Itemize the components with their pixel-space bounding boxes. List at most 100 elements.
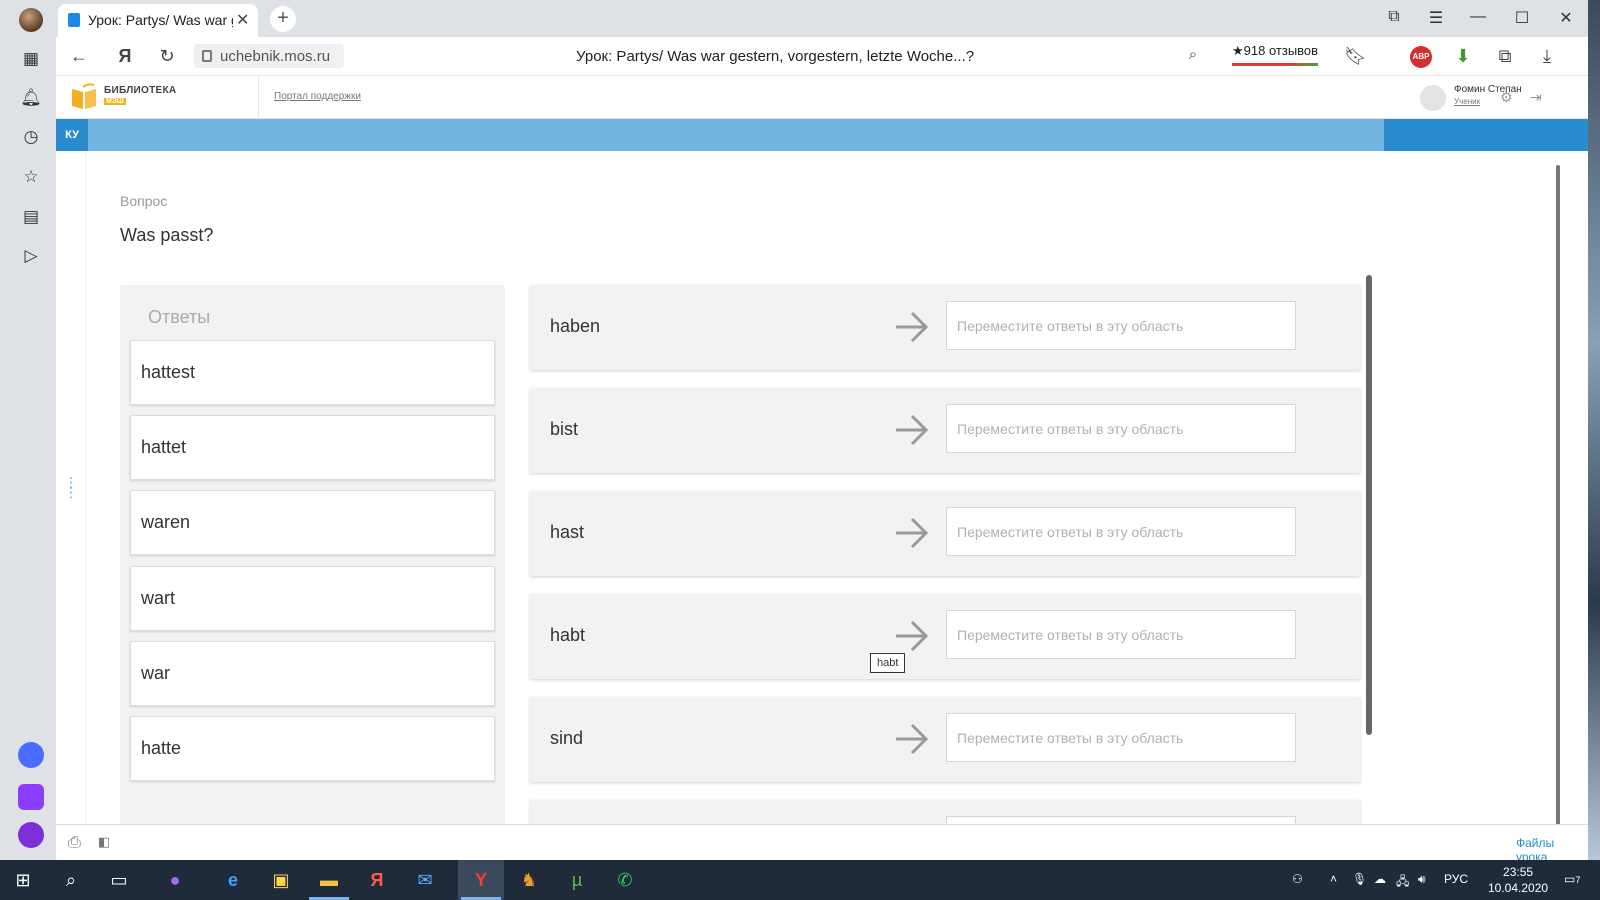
- answer-card[interactable]: waren: [130, 490, 495, 555]
- task-view-icon[interactable]: ▭: [106, 868, 132, 892]
- mail-icon[interactable]: ✉: [412, 868, 438, 892]
- reload-icon[interactable]: ↻: [156, 46, 178, 67]
- tab-title: Урок: Partys/ Was war g: [88, 12, 233, 28]
- logout-icon[interactable]: ⇥: [1530, 89, 1542, 106]
- page-title: Урок: Partys/ Was war gestern, vorgester…: [576, 48, 975, 65]
- notification-count: 7: [1575, 875, 1581, 885]
- drop-zone[interactable]: [946, 816, 1296, 824]
- arrow-right-icon: [896, 311, 929, 343]
- star-icon[interactable]: ☆: [20, 166, 42, 188]
- bookmarks-panel-icon[interactable]: ⧉: [1382, 8, 1406, 26]
- cloud-icon[interactable]: ☁: [1374, 872, 1386, 886]
- minimize-button[interactable]: —: [1466, 8, 1490, 26]
- menu-icon[interactable]: ☰: [1424, 8, 1448, 28]
- user-avatar[interactable]: [1420, 85, 1446, 111]
- gear-icon[interactable]: ⚙: [1500, 89, 1513, 106]
- match-word: habt: [550, 625, 586, 645]
- system-clock[interactable]: 23:55 10.04.2020: [1488, 864, 1548, 896]
- lock-icon: [202, 50, 212, 62]
- bookmark-icon[interactable]: 🔖︎: [1344, 46, 1367, 67]
- search-icon[interactable]: ⌕: [58, 868, 84, 892]
- store-icon[interactable]: ▣: [268, 868, 294, 892]
- chevron-up-icon[interactable]: ˄: [1330, 872, 1337, 886]
- page-scrollbar[interactable]: [1556, 165, 1560, 824]
- history-clock-icon[interactable]: ◷: [20, 126, 42, 148]
- game-icon[interactable]: ♞: [516, 868, 542, 892]
- edge-browser-icon[interactable]: e: [220, 868, 246, 892]
- answers-scrollbar[interactable]: [1366, 275, 1372, 735]
- play-icon[interactable]: ▷: [20, 245, 42, 267]
- answer-card[interactable]: war: [130, 641, 495, 706]
- collections-icon[interactable]: ▤: [20, 206, 42, 228]
- question-label: Вопрос: [120, 193, 168, 209]
- url-field[interactable]: uchebnik.mos.ru: [194, 44, 344, 68]
- network-icon[interactable]: 🖧︎: [1396, 872, 1409, 893]
- apps-grid-icon[interactable]: ▦: [20, 48, 42, 70]
- user-role[interactable]: Ученик: [1454, 97, 1480, 106]
- drop-zone[interactable]: Переместите ответы в эту область: [946, 404, 1296, 453]
- drop-placeholder: Переместите ответы в эту область: [957, 627, 1184, 643]
- match-row: [530, 800, 1360, 824]
- download-arrow-extension-icon[interactable]: ⬇: [1452, 46, 1474, 67]
- language-indicator[interactable]: РУС: [1444, 872, 1468, 886]
- clock-date: 10.04.2020: [1488, 881, 1549, 895]
- drop-placeholder: Переместите ответы в эту область: [957, 318, 1184, 334]
- downloads-icon[interactable]: ⤓: [1536, 46, 1558, 67]
- header-divider: [258, 77, 259, 119]
- assistant-icon[interactable]: ●: [162, 868, 188, 892]
- messenger-app-icon[interactable]: [18, 784, 44, 810]
- match-row: sind Переместите ответы в эту область: [530, 697, 1360, 782]
- answer-card[interactable]: hatte: [130, 716, 495, 781]
- match-row: bist Переместите ответы в эту область: [530, 388, 1360, 473]
- whatsapp-icon[interactable]: ✆: [612, 868, 638, 892]
- panel-toggle-icon[interactable]: ◧: [98, 834, 110, 850]
- question-text: Was passt?: [120, 225, 214, 245]
- desktop-background: [1588, 0, 1600, 860]
- match-word: sind: [550, 728, 584, 748]
- close-window-button[interactable]: ✕: [1554, 8, 1578, 28]
- microphone-icon[interactable]: 🎙︎: [1352, 872, 1367, 886]
- band-label[interactable]: КУ: [56, 119, 88, 151]
- drop-zone[interactable]: Переместите ответы в эту область: [946, 301, 1296, 350]
- match-row: hast Переместите ответы в эту область: [530, 491, 1360, 576]
- file-explorer-icon[interactable]: ▬: [316, 868, 342, 892]
- drop-placeholder: Переместите ответы в эту область: [957, 730, 1184, 746]
- search-icon[interactable]: ⌕: [1182, 46, 1204, 63]
- reviews-badge[interactable]: ★918 отзывов: [1232, 43, 1319, 66]
- clock-time: 23:55: [1503, 865, 1534, 879]
- notifications-icon[interactable]: ▭7: [1564, 872, 1580, 886]
- profile-avatar[interactable]: [19, 8, 43, 32]
- drop-zone[interactable]: Переместите ответы в эту область: [946, 610, 1296, 659]
- support-portal-link[interactable]: Портал поддержки: [274, 91, 361, 102]
- voice-assistant-icon[interactable]: [18, 822, 44, 848]
- active-tab[interactable]: Урок: Partys/ Was war g ✕: [58, 4, 258, 37]
- close-icon[interactable]: ✕: [236, 10, 249, 30]
- alice-app-icon[interactable]: [18, 742, 44, 768]
- extensions-icon[interactable]: ⧉: [1494, 46, 1516, 67]
- windows-start-icon[interactable]: ⊞: [10, 868, 36, 892]
- adblock-icon[interactable]: ABP: [1410, 46, 1432, 68]
- back-arrow-icon[interactable]: ←: [68, 46, 90, 67]
- volume-icon[interactable]: 🔊︎: [1418, 872, 1426, 887]
- new-tab-button[interactable]: +: [270, 6, 296, 32]
- torrent-icon[interactable]: µ: [564, 868, 590, 892]
- yandex-browser-icon[interactable]: Y: [468, 868, 494, 892]
- maximize-button[interactable]: ☐: [1510, 8, 1534, 28]
- drop-zone[interactable]: Переместите ответы в эту область: [946, 713, 1296, 762]
- drop-zone[interactable]: Переместите ответы в эту область: [946, 507, 1296, 556]
- printer-icon[interactable]: ⎙: [68, 834, 81, 852]
- logo-subtext: МЭШ: [104, 98, 126, 105]
- lesson-content: ⋮ ⋮ Вопрос Was passt? Ответы hattest hatt…: [56, 151, 1588, 824]
- yandex-logo-icon[interactable]: Я: [114, 46, 136, 67]
- people-icon[interactable]: ⚇: [1292, 872, 1303, 886]
- yandex-app-icon[interactable]: Я: [364, 868, 390, 892]
- answer-card[interactable]: hattest: [130, 340, 495, 405]
- answer-text: waren: [141, 512, 191, 532]
- drag-handle-icon[interactable]: ⋮ ⋮: [64, 475, 78, 499]
- answer-card[interactable]: wart: [130, 566, 495, 631]
- bell-icon[interactable]: 🔔︎: [20, 87, 42, 109]
- answer-card[interactable]: hattet: [130, 415, 495, 480]
- library-logo-icon[interactable]: [70, 83, 98, 111]
- answer-text: hattest: [141, 362, 196, 382]
- drop-placeholder: Переместите ответы в эту область: [957, 524, 1184, 540]
